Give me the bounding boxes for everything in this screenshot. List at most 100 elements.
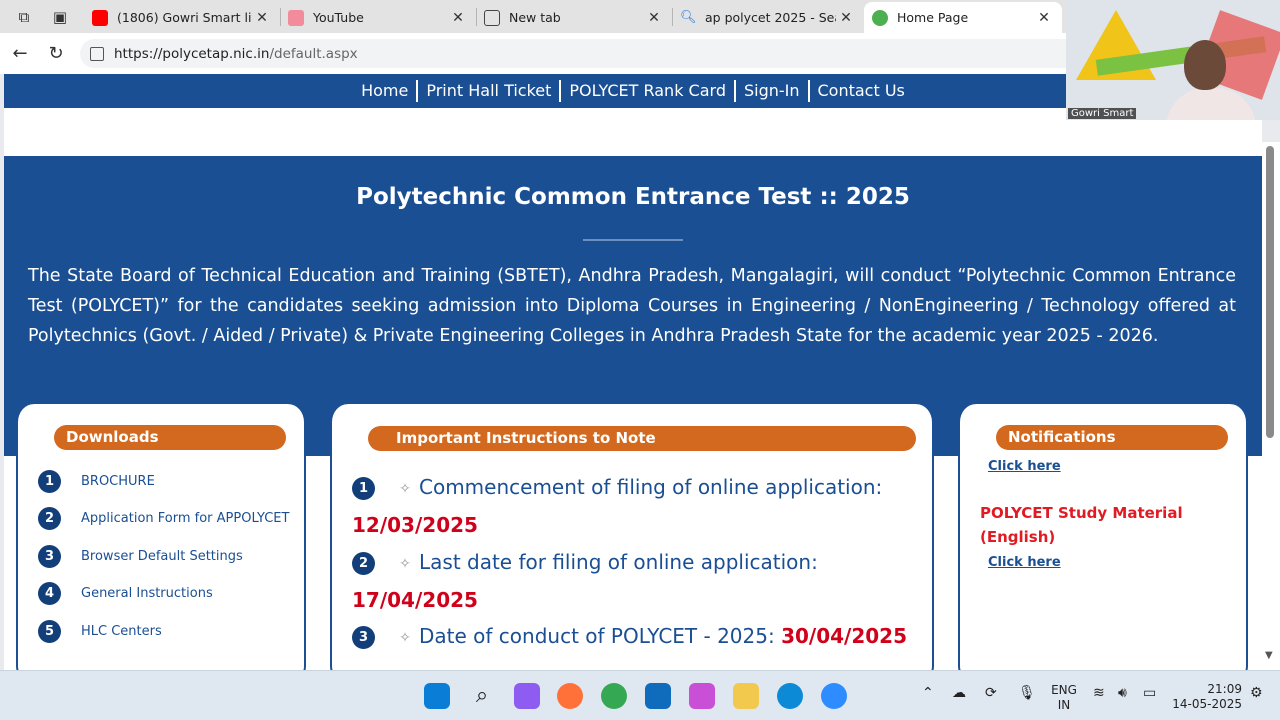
close-icon[interactable]: ✕	[836, 10, 856, 26]
url-host: https://polycetap.nic.in	[114, 45, 270, 62]
sync-icon[interactable]: ⟳	[985, 685, 997, 701]
show-hidden-icons-icon[interactable]: ⌃	[922, 685, 934, 701]
download-link-label: General Instructions	[81, 586, 213, 601]
close-icon[interactable]: ✕	[1034, 10, 1054, 26]
title-divider	[583, 239, 683, 241]
instruction-date: 17/04/2025	[352, 587, 478, 612]
copilot-icon[interactable]	[514, 683, 540, 709]
download-link-label: Application Form for APPOLYCET	[81, 511, 290, 526]
wifi-icon[interactable]: ≋	[1093, 685, 1105, 701]
lock-icon	[90, 46, 104, 61]
tab-youtube[interactable]: YouTube ✕	[280, 2, 476, 33]
instructions-heading: Important Instructions to Note	[368, 426, 916, 451]
sparkle-icon: ✧	[399, 480, 411, 497]
scroll-thumb[interactable]	[1266, 146, 1274, 438]
instruction-item-2: 2 ✧ Last date for filing of online applica…	[352, 547, 912, 615]
close-icon[interactable]: ✕	[448, 10, 468, 26]
nav-contact-us[interactable]: Contact Us	[810, 80, 913, 102]
nav-home[interactable]: Home	[353, 80, 419, 102]
tab-label: ap polycet 2025 - Search	[705, 10, 836, 25]
instructions-card: Important Instructions to Note 1 ✧ Commenc…	[330, 404, 934, 670]
hero-description: The State Board of Technical Education a…	[28, 266, 1236, 346]
download-item-hlc-centers[interactable]: 5 HLC Centers	[38, 620, 162, 643]
clock-time: 21:09	[1207, 682, 1242, 696]
chrome-icon[interactable]	[601, 683, 627, 709]
tab-label: Home Page	[897, 10, 969, 25]
scroll-down-arrow-icon[interactable]: ▼	[1265, 650, 1273, 661]
close-icon[interactable]: ✕	[252, 10, 272, 26]
item-number: 1	[352, 477, 375, 500]
search-icon[interactable]: ⌕	[469, 683, 495, 709]
download-link-label: BROCHURE	[81, 474, 155, 489]
new-tab-icon	[484, 9, 500, 26]
item-number: 1	[38, 470, 61, 493]
downloads-heading: Downloads	[54, 425, 286, 450]
language-code: ENG	[1051, 683, 1077, 697]
item-number: 2	[352, 552, 375, 575]
nav-print-hall-ticket[interactable]: Print Hall Ticket	[418, 80, 562, 102]
web-page: Home Print Hall Ticket POLYCET Rank Card…	[4, 74, 1262, 670]
item-number: 2	[38, 507, 61, 530]
item-number: 3	[38, 545, 61, 568]
refresh-icon[interactable]: ↻	[44, 42, 68, 66]
tab-new-tab[interactable]: New tab ✕	[476, 2, 672, 33]
zoom-icon[interactable]	[821, 683, 847, 709]
battery-icon[interactable]: ▭	[1143, 685, 1156, 701]
download-item-browser-settings[interactable]: 3 Browser Default Settings	[38, 545, 243, 568]
downloads-card: Downloads 1 BROCHURE 2 Application Form …	[16, 404, 306, 670]
clock-date: 14-05-2025	[1172, 697, 1242, 711]
m365-icon[interactable]	[689, 683, 715, 709]
file-explorer-icon[interactable]	[733, 683, 759, 709]
clock[interactable]: 21:09 14-05-2025	[1168, 682, 1242, 712]
notifications-heading: Notifications	[996, 425, 1228, 450]
notifications-bell-icon[interactable]: ⚙	[1250, 685, 1263, 701]
instruction-item-3: 3 ✧ Date of conduct of POLYCET - 2025: 30/…	[352, 621, 912, 653]
url-path: /default.aspx	[269, 45, 358, 62]
windows-start-icon[interactable]	[424, 683, 450, 709]
instruction-item-1: 1 ✧ Commencement of filing of online appli…	[352, 472, 912, 540]
nav-sign-in[interactable]: Sign-In	[736, 80, 810, 102]
webcam-overlay: Gowri Smart	[1066, 0, 1280, 120]
instruction-text: Last date for filing of online applicati…	[419, 550, 818, 574]
search-icon: 🔍︎	[680, 9, 697, 25]
cloud-icon[interactable]: ☁	[952, 685, 966, 701]
edge-icon[interactable]	[777, 683, 803, 709]
presenter-head	[1184, 40, 1226, 90]
download-item-application-form[interactable]: 2 Application Form for APPOLYCET	[38, 507, 289, 530]
study-material-click-here-link[interactable]: Click here	[988, 555, 1061, 570]
language-indicator[interactable]: ENG IN	[1046, 683, 1082, 713]
back-arrow-icon[interactable]: ←	[8, 42, 32, 66]
firefox-icon[interactable]	[557, 683, 583, 709]
sparkle-icon: ✧	[399, 555, 411, 572]
microphone-icon[interactable]: 🎙︎	[1018, 685, 1036, 701]
tab-label: New tab	[509, 10, 561, 25]
tab-actions-icon[interactable]: ▣	[49, 6, 71, 28]
study-material-title: POLYCET Study Material (English)	[980, 504, 1183, 546]
address-bar[interactable]: https://polycetap.nic.in/default.aspx	[80, 39, 1080, 68]
outlook-icon[interactable]	[645, 683, 671, 709]
volume-icon[interactable]: 🔊︎	[1118, 685, 1127, 701]
instruction-date: 30/04/2025	[781, 624, 907, 648]
close-icon[interactable]: ✕	[644, 10, 664, 26]
instruction-text: Date of conduct of POLYCET - 2025:	[419, 624, 775, 648]
instruction-text: Commencement of filing of online applica…	[419, 475, 883, 499]
nav-rank-card[interactable]: POLYCET Rank Card	[561, 80, 736, 102]
item-number: 5	[38, 620, 61, 643]
region-code: IN	[1057, 698, 1071, 712]
tab-label: (1806) Gowri Smart live -	[117, 10, 252, 25]
notifications-card: Notifications Click here POLYCET Study M…	[958, 404, 1248, 670]
page-title: Polytechnic Common Entrance Test :: 2025	[356, 184, 910, 210]
download-link-label: Browser Default Settings	[81, 549, 243, 564]
download-item-general-instructions[interactable]: 4 General Instructions	[38, 582, 213, 605]
page-scrollbar[interactable]: ▼	[1262, 142, 1280, 670]
youtube-icon	[288, 9, 304, 26]
sparkle-icon: ✧	[399, 629, 411, 646]
tab-search[interactable]: 🔍︎ ap polycet 2025 - Search ✕	[672, 2, 864, 33]
download-item-brochure[interactable]: 1 BROCHURE	[38, 470, 155, 493]
tab-gowri-live[interactable]: (1806) Gowri Smart live - ✕	[84, 2, 280, 33]
tab-home-page[interactable]: Home Page ✕	[864, 2, 1062, 33]
workspaces-icon[interactable]: ⧉	[13, 6, 35, 28]
notification-click-here-link[interactable]: Click here	[988, 459, 1061, 474]
taskbar: ⌕ ⌃ ☁ ⟳ 🎙︎ ENG IN ≋ 🔊︎ ▭ 21:09 14-05-202…	[0, 670, 1280, 720]
youtube-icon	[92, 9, 108, 26]
